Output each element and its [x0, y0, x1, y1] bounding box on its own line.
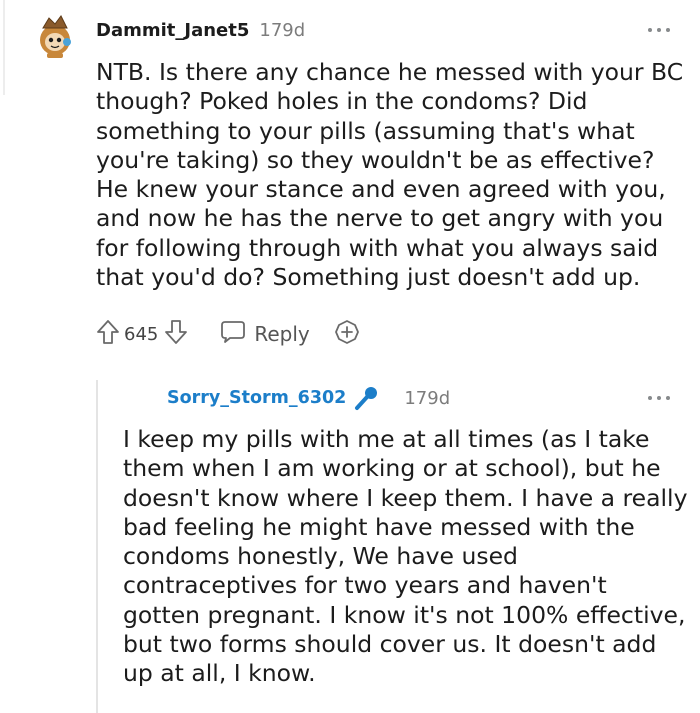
- snoo-avatar-icon: [40, 15, 71, 58]
- comment-username[interactable]: Dammit_Janet5: [96, 20, 249, 41]
- reply-button[interactable]: Reply: [220, 320, 310, 348]
- upvote-arrow-icon[interactable]: [96, 319, 120, 349]
- more-options-icon[interactable]: [648, 26, 670, 34]
- reply-thread-line[interactable]: [96, 380, 98, 713]
- reply-body: I keep my pills with me at all times (as…: [123, 425, 688, 688]
- user-avatar[interactable]: [35, 10, 75, 60]
- reply-chat-icon: [220, 320, 246, 348]
- comment-body: NTB. Is there any chance he messed with …: [96, 58, 684, 292]
- vote-count: 645: [124, 323, 159, 345]
- reply-age: 179d: [404, 387, 451, 409]
- reply-username[interactable]: Sorry_Storm_6302: [167, 388, 346, 408]
- comment-meta: Dammit_Janet5 179d: [96, 18, 305, 42]
- more-options-icon[interactable]: [648, 394, 670, 402]
- downvote-arrow-icon[interactable]: [164, 319, 188, 349]
- reply-meta: Sorry_Storm_6302 179d: [167, 384, 450, 412]
- parent-thread-line: [3, 0, 5, 95]
- comment-actions: 645 Reply: [96, 318, 360, 350]
- award-plus-icon[interactable]: [334, 319, 360, 349]
- reply-label: Reply: [254, 322, 310, 346]
- comment-age: 179d: [259, 19, 306, 41]
- microphone-icon: [354, 385, 380, 411]
